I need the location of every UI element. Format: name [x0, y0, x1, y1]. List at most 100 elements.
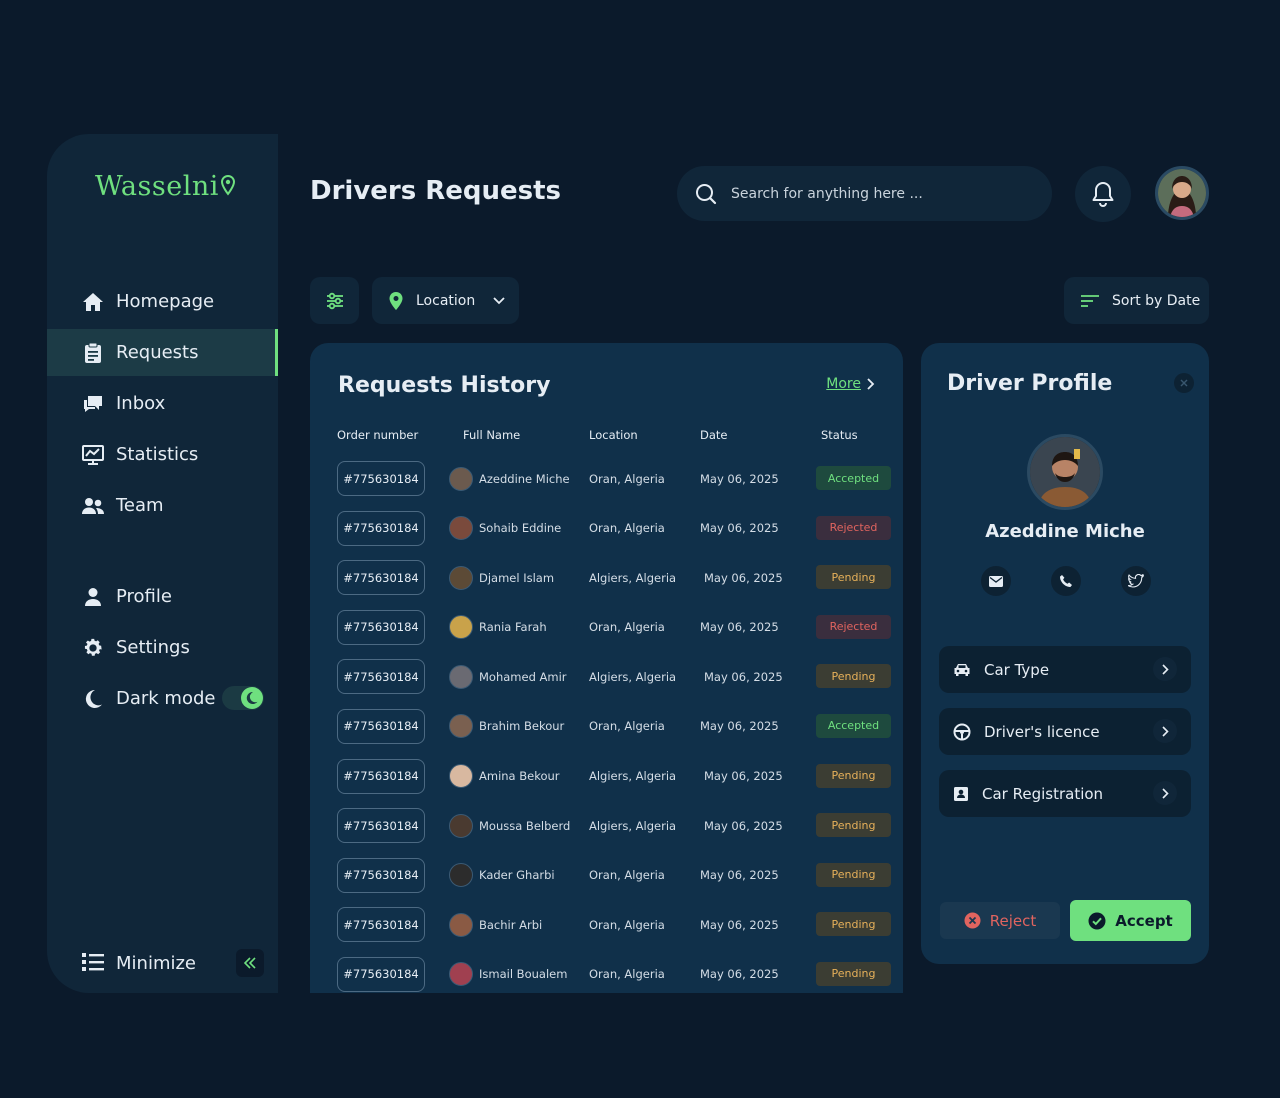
status-badge: Pending [816, 763, 891, 788]
order-number-badge: #775630184 [337, 956, 425, 992]
sidebar-item-label: Settings [116, 637, 190, 658]
date-cell: May 06, 2025 [700, 868, 779, 883]
sidebar-item-homepage[interactable]: Homepage [47, 278, 278, 325]
brand-logo[interactable]: Wasselni [95, 164, 235, 208]
sidebar-item-inbox[interactable]: Inbox [47, 380, 278, 427]
full-name: Moussa Belberd [479, 818, 571, 833]
date-cell: May 06, 2025 [700, 917, 779, 932]
close-circle-icon [964, 912, 981, 929]
close-profile-button[interactable] [1174, 373, 1194, 393]
table-row[interactable]: #775630184 Moussa Belberd Algiers, Algeria… [337, 808, 897, 858]
sidebar-item-statistics[interactable]: Statistics [47, 431, 278, 478]
doc-label: Driver's licence [984, 722, 1100, 741]
location-cell: Oran, Algeria [589, 967, 665, 982]
full-name-cell: Bachir Arbi [449, 907, 542, 942]
table-row[interactable]: #775630184 Djamel Islam Algiers, Algeria Ma… [337, 560, 897, 610]
table-header: Order number Full Name Location Date Sta… [337, 428, 897, 444]
sort-button[interactable]: Sort by Date [1064, 277, 1209, 324]
sidebar-item-label: Inbox [116, 393, 166, 414]
order-number-badge: #775630184 [337, 907, 425, 943]
contact-actions [981, 566, 1151, 596]
table-row[interactable]: #775630184 Ismail Boualem Oran, Algeria May… [337, 956, 897, 993]
more-label: More [826, 376, 861, 392]
status-badge: Pending [816, 664, 891, 689]
full-name: Brahim Bekour [479, 719, 565, 734]
full-name-cell: Azeddine Miche [449, 461, 570, 496]
table-row[interactable]: #775630184 Brahim Bekour Oran, Algeria May … [337, 708, 897, 759]
sort-label: Sort by Date [1112, 292, 1201, 309]
order-number-badge: #775630184 [337, 708, 425, 744]
chevron-right-icon [1153, 657, 1177, 681]
car-type-item[interactable]: Car Type [939, 646, 1191, 693]
toggle-knob [241, 687, 263, 709]
nav-divider [47, 533, 278, 573]
search-bar[interactable] [677, 166, 1052, 221]
email-button[interactable] [981, 566, 1011, 596]
table-row[interactable]: #775630184 Sohaib Eddine Oran, Algeria May … [337, 510, 897, 561]
driver-profile-panel: Driver Profile Azeddine Miche Car Type D… [921, 343, 1209, 964]
location-cell: Algiers, Algeria [589, 570, 677, 585]
location-cell: Oran, Algeria [589, 471, 665, 486]
table-row[interactable]: #775630184 Amina Bekour Algiers, Algeria Ma… [337, 758, 897, 809]
list-icon [81, 951, 105, 975]
reject-label: Reject [989, 911, 1037, 930]
location-cell: Algiers, Algeria [589, 769, 677, 784]
sidebar-item-label: Requests [116, 342, 199, 363]
home-icon [81, 290, 105, 314]
table-row[interactable]: #775630184 Mohamed Amir Algiers, Algeria Ma… [337, 659, 897, 709]
sliders-icon [326, 292, 343, 309]
call-button[interactable] [1051, 566, 1081, 596]
date-cell: May 06, 2025 [700, 967, 779, 982]
location-dropdown[interactable]: Location [372, 277, 519, 324]
sidebar-item-requests[interactable]: Requests [47, 329, 278, 376]
car-registration-item[interactable]: Car Registration [939, 770, 1191, 817]
accept-button[interactable]: Accept [1070, 900, 1191, 941]
chevron-down-icon [493, 296, 505, 304]
driver-name: Azeddine Miche [985, 521, 1145, 542]
sidebar-item-profile[interactable]: Profile [47, 573, 278, 620]
table-row[interactable]: #775630184 Rania Farah Oran, Algeria May 06… [337, 609, 897, 660]
driver-profile-title: Driver Profile [947, 371, 1113, 396]
minimize-row[interactable]: Minimize [47, 933, 278, 993]
more-link[interactable]: More [826, 376, 875, 392]
column-header-order: Order number [337, 428, 419, 442]
notifications-button[interactable] [1075, 166, 1131, 222]
user-avatar[interactable] [1155, 166, 1209, 220]
table-row[interactable]: #775630184 Kader Gharbi Oran, Algeria May 0… [337, 857, 897, 908]
table-row[interactable]: #775630184 Bachir Arbi Oran, Algeria May 06… [337, 907, 897, 957]
dark-mode-toggle[interactable] [222, 686, 264, 710]
page-title: Drivers Requests [310, 176, 562, 206]
car-icon [954, 663, 970, 676]
status-badge: Pending [816, 862, 891, 887]
brand-name: Wasselni [95, 170, 219, 202]
reject-button[interactable]: Reject [940, 902, 1060, 939]
full-name: Kader Gharbi [479, 868, 555, 883]
table-body: #775630184 Azeddine Miche Oran, Algeria May… [337, 461, 897, 993]
gear-icon [81, 636, 105, 660]
team-icon [81, 494, 105, 518]
driver-avatar [449, 764, 473, 789]
minimize-label: Minimize [116, 952, 196, 974]
drivers-licence-item[interactable]: Driver's licence [939, 708, 1191, 755]
doc-label: Car Type [984, 660, 1050, 679]
sidebar-item-settings[interactable]: Settings [47, 624, 278, 671]
sidebar-item-dark-mode: Dark mode [47, 675, 278, 722]
driver-avatar [449, 565, 473, 590]
location-pin-icon [220, 175, 235, 196]
close-icon [1180, 379, 1188, 387]
location-cell: Oran, Algeria [589, 917, 665, 932]
moon-icon [81, 687, 105, 711]
full-name: Azeddine Miche [479, 471, 570, 486]
search-input[interactable] [731, 185, 1031, 202]
status-badge: Rejected [816, 515, 891, 540]
filter-button[interactable] [310, 277, 359, 324]
sidebar-item-label: Team [116, 495, 164, 516]
table-row[interactable]: #775630184 Azeddine Miche Oran, Algeria May… [337, 461, 897, 511]
sidebar-item-team[interactable]: Team [47, 482, 278, 529]
order-number-badge: #775630184 [337, 857, 425, 893]
sort-icon [1081, 294, 1099, 307]
column-header-status: Status [821, 428, 858, 442]
driver-avatar [1027, 434, 1103, 510]
collapse-sidebar-button[interactable] [236, 949, 264, 977]
twitter-button[interactable] [1121, 566, 1151, 596]
